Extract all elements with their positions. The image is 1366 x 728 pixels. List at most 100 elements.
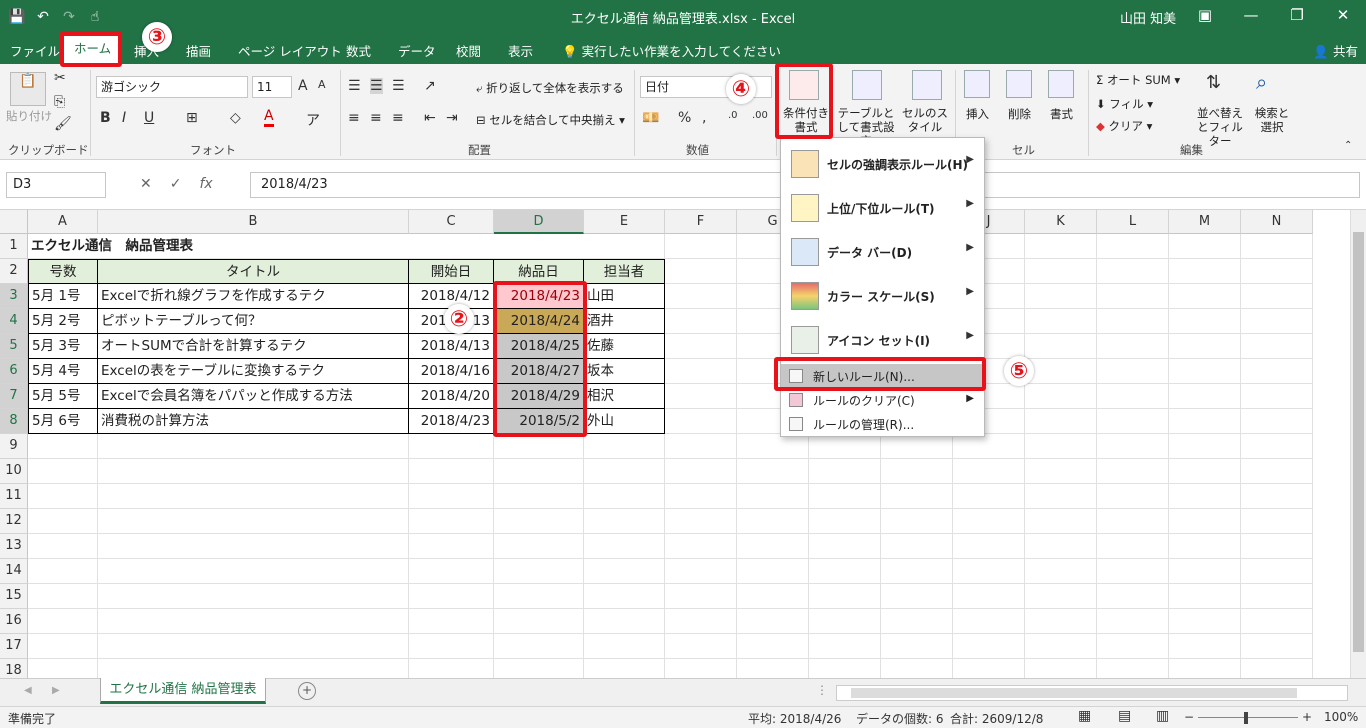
cell[interactable] [737, 634, 809, 659]
cut-icon[interactable]: ✂ [54, 70, 66, 86]
cell[interactable] [1241, 609, 1313, 634]
cell[interactable] [1241, 634, 1313, 659]
cell[interactable] [737, 584, 809, 609]
cell[interactable] [1169, 559, 1241, 584]
table-cell[interactable]: 5月 4号 [28, 359, 98, 384]
table-cell[interactable]: 相沢 [584, 384, 665, 409]
cell[interactable] [1241, 259, 1313, 284]
cell[interactable] [409, 609, 494, 634]
phonetic-icon[interactable]: ア [306, 110, 320, 130]
zoom-slider-thumb[interactable] [1244, 712, 1248, 724]
ribbon-display-icon[interactable]: ▣ [1182, 0, 1228, 34]
cell[interactable] [28, 459, 98, 484]
cell[interactable] [809, 509, 881, 534]
table-cell[interactable]: Excelの表をテーブルに変換するテク [98, 359, 409, 384]
format-painter-icon[interactable]: 🖌 [54, 116, 72, 132]
cell[interactable] [1025, 409, 1097, 434]
cell[interactable] [409, 484, 494, 509]
font-color-icon[interactable]: A [264, 108, 274, 127]
cell[interactable] [1169, 284, 1241, 309]
cell[interactable] [665, 234, 737, 259]
cell[interactable] [1025, 484, 1097, 509]
table-cell[interactable]: 坂本 [584, 359, 665, 384]
font-name-box[interactable]: 游ゴシック [96, 76, 248, 98]
cell[interactable] [494, 659, 584, 678]
cell[interactable] [1169, 534, 1241, 559]
cell[interactable] [665, 284, 737, 309]
cell[interactable] [28, 659, 98, 678]
column-header-f[interactable]: F [665, 210, 737, 234]
zoom-in-icon[interactable]: + [1302, 710, 1312, 724]
tab-view[interactable]: 表示 [508, 41, 533, 60]
cell[interactable] [953, 659, 1025, 678]
cell[interactable] [98, 484, 409, 509]
user-name[interactable]: 山田 知美 [1120, 8, 1176, 27]
cell[interactable] [28, 559, 98, 584]
increase-indent-icon[interactable]: ⇥ [446, 110, 458, 126]
wrap-text-button[interactable]: ⤶ 折り返して全体を表示する [476, 80, 624, 96]
format-cells-icon[interactable] [1048, 70, 1074, 98]
align-middle-icon[interactable]: ☰ [370, 78, 383, 94]
cell[interactable] [1241, 484, 1313, 509]
cell[interactable] [1169, 309, 1241, 334]
cell[interactable] [1241, 584, 1313, 609]
cell[interactable] [1241, 459, 1313, 484]
find-select-label[interactable]: 検索と選択 [1252, 106, 1292, 134]
cell[interactable] [1169, 409, 1241, 434]
cell[interactable] [1097, 359, 1169, 384]
cell[interactable] [665, 584, 737, 609]
cell[interactable] [1025, 634, 1097, 659]
cell[interactable] [881, 484, 953, 509]
cell[interactable] [881, 509, 953, 534]
row-header-16[interactable]: 16 [0, 609, 28, 634]
table-cell[interactable]: ピボットテーブルって何？ [98, 309, 409, 334]
cell[interactable] [665, 609, 737, 634]
zoom-slider-track[interactable] [1198, 717, 1298, 718]
cell[interactable] [1169, 334, 1241, 359]
cell[interactable] [1097, 659, 1169, 678]
cell[interactable] [1241, 509, 1313, 534]
menu-clear-rules[interactable]: ルールのクリア(C) ▶ [781, 388, 984, 412]
clear-button[interactable]: ◆ クリア ▾ [1096, 118, 1152, 134]
cell[interactable] [881, 559, 953, 584]
cell[interactable] [1241, 384, 1313, 409]
fill-color-icon[interactable]: ◇ [230, 110, 241, 126]
cell[interactable] [1169, 659, 1241, 678]
cell[interactable] [1169, 484, 1241, 509]
cell[interactable] [953, 509, 1025, 534]
cell[interactable] [409, 509, 494, 534]
cell[interactable] [409, 459, 494, 484]
cell[interactable] [584, 659, 665, 678]
cell[interactable] [584, 434, 665, 459]
cell[interactable] [1169, 234, 1241, 259]
cell[interactable] [584, 509, 665, 534]
comma-icon[interactable]: , [702, 110, 706, 126]
cell[interactable] [584, 609, 665, 634]
cell[interactable] [494, 484, 584, 509]
row-header-3[interactable]: 3 [0, 284, 28, 309]
cell[interactable] [809, 459, 881, 484]
cell[interactable] [1025, 384, 1097, 409]
row-header-4[interactable]: 4 [0, 309, 28, 334]
delete-cells-icon[interactable] [1006, 70, 1032, 98]
table-cell[interactable]: Excelで会員名簿をパパッと作成する方法 [98, 384, 409, 409]
cell[interactable] [494, 584, 584, 609]
cell[interactable] [98, 659, 409, 678]
cell[interactable] [953, 484, 1025, 509]
cell[interactable] [1025, 309, 1097, 334]
cell[interactable] [1097, 259, 1169, 284]
cell[interactable] [494, 434, 584, 459]
cell[interactable] [737, 459, 809, 484]
cell[interactable] [1025, 609, 1097, 634]
align-center-icon[interactable]: ≡ [370, 110, 382, 126]
cell-styles-label[interactable]: セルのスタイル [900, 106, 950, 134]
find-icon[interactable]: ⌕ [1256, 70, 1267, 94]
percent-icon[interactable]: % [678, 110, 691, 126]
cell[interactable] [1097, 509, 1169, 534]
cell[interactable] [584, 484, 665, 509]
close-icon[interactable]: ✕ [1320, 0, 1366, 34]
cell[interactable] [809, 584, 881, 609]
grow-font-icon[interactable]: A [298, 78, 308, 94]
menu-color-scales[interactable]: カラー スケール(S) ▶ [781, 274, 984, 318]
cell[interactable] [665, 559, 737, 584]
